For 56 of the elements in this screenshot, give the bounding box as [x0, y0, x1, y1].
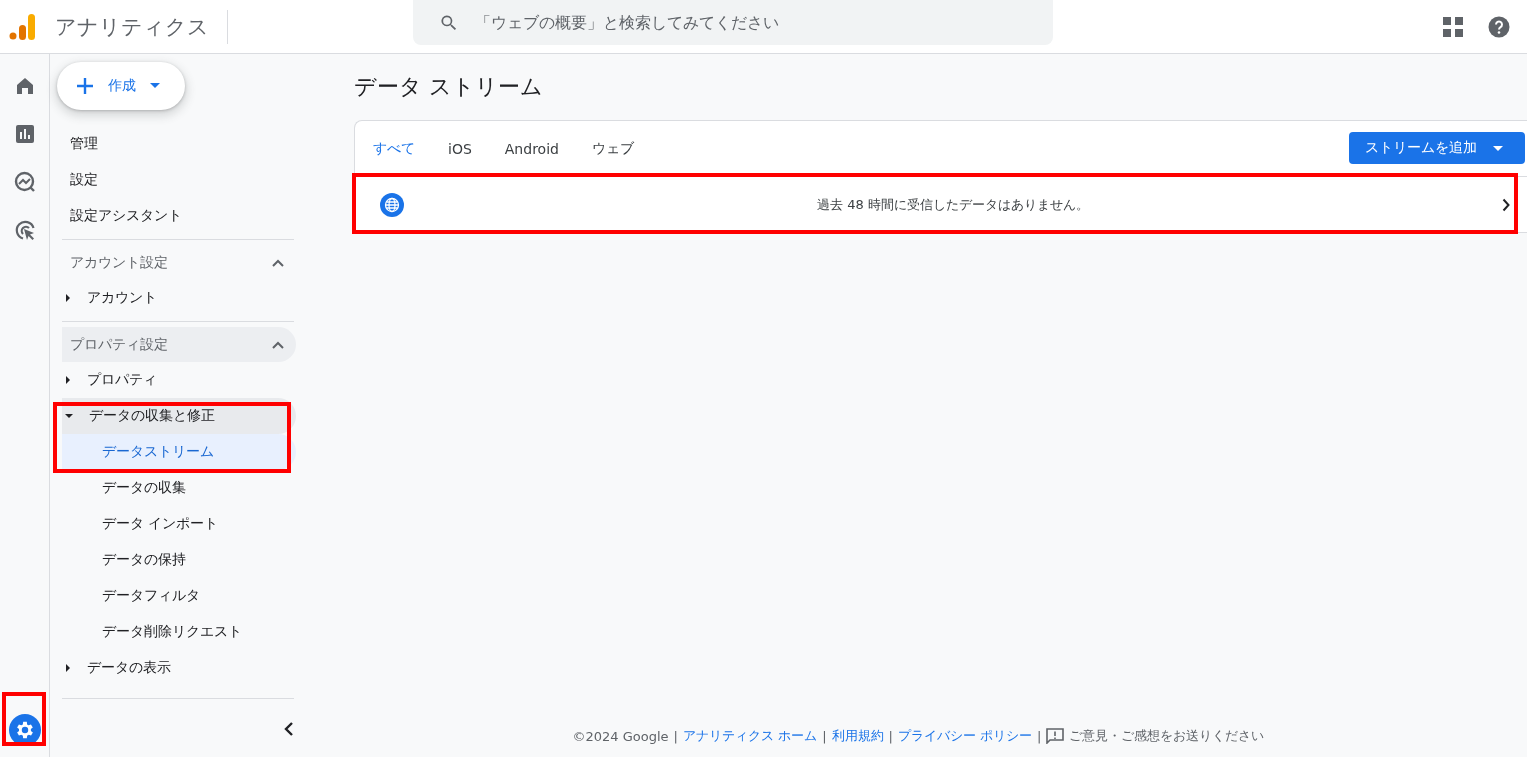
- caret-right-icon: [64, 663, 72, 673]
- section-header[interactable]: プロパティ設定: [62, 327, 296, 362]
- chevron-up-icon: [272, 340, 284, 349]
- footer-separator: |: [888, 728, 893, 744]
- sidebar-item[interactable]: 管理: [62, 126, 286, 162]
- highlight-frame: [2, 692, 46, 746]
- sidebar-subitem[interactable]: データ インポート: [62, 506, 296, 542]
- footer-separator: |: [1037, 728, 1042, 744]
- sidebar-item[interactable]: アカウント: [62, 280, 296, 316]
- app-title: アナリティクス: [55, 9, 228, 44]
- sidebar-item[interactable]: 設定アシスタント: [62, 198, 286, 234]
- footer-separator: |: [673, 728, 678, 744]
- search-field[interactable]: 「ウェブの概要」と検索してみてください: [473, 12, 1053, 33]
- add-stream-button[interactable]: ストリームを追加: [1349, 132, 1525, 164]
- search-bar[interactable]: 「ウェブの概要」と検索してみてください: [413, 0, 1053, 45]
- target-cursor-icon[interactable]: [13, 219, 36, 241]
- chevron-right-icon: [1502, 197, 1510, 212]
- tab[interactable]: すべて: [373, 121, 415, 176]
- feedback-icon: [1046, 728, 1065, 744]
- tab[interactable]: ウェブ: [591, 121, 634, 176]
- caret-down-icon: [64, 412, 74, 420]
- footer-link[interactable]: アナリティクス ホーム: [683, 727, 818, 745]
- sidebar-subitem[interactable]: データストリーム: [62, 434, 296, 470]
- sidebar-subitem[interactable]: データフィルタ: [62, 578, 296, 614]
- chevron-up-icon: [272, 258, 284, 267]
- sidebar-item[interactable]: データの表示: [62, 650, 296, 686]
- globe-icon: [380, 192, 404, 217]
- plus-icon: [76, 77, 94, 95]
- sidebar-item[interactable]: 設定: [62, 162, 286, 198]
- caret-icon: [1493, 145, 1503, 151]
- caret-icon: [150, 83, 160, 89]
- tab[interactable]: Android: [504, 121, 559, 176]
- sidebar-subitem[interactable]: データ削除リクエスト: [62, 614, 296, 650]
- page-title: データ ストリーム: [354, 73, 544, 101]
- footer-link[interactable]: 利用規約: [831, 727, 884, 745]
- create-button[interactable]: 作成: [57, 62, 185, 110]
- home-icon[interactable]: [14, 76, 35, 96]
- status-message: 過去 48 時間に受信したデータはありません。: [816, 195, 1090, 214]
- footer-separator: |: [822, 728, 827, 744]
- chart-magnifier-icon[interactable]: [13, 171, 36, 193]
- collapse-chevron-icon[interactable]: [284, 721, 294, 737]
- footer-link[interactable]: プライバシー ポリシー: [897, 727, 1033, 745]
- caret-right-icon: [64, 293, 72, 303]
- help-icon[interactable]: [1488, 15, 1510, 38]
- caret-right-icon: [64, 375, 72, 385]
- sidebar-subitem[interactable]: データの収集: [62, 470, 296, 506]
- sidebar-subitem[interactable]: データの保持: [62, 542, 296, 578]
- logo-icon: [8, 12, 36, 41]
- apps-grid-icon[interactable]: [1443, 16, 1463, 37]
- section-header[interactable]: アカウント設定: [62, 245, 296, 280]
- tab[interactable]: iOS: [448, 121, 472, 176]
- sidebar-item[interactable]: プロパティ: [62, 362, 296, 398]
- copyright-text: ©2024 Google: [572, 728, 669, 744]
- feedback-link[interactable]: ご意見・ご感想をお送りください: [1069, 727, 1265, 745]
- stream-row[interactable]: 過去 48 時間に受信したデータはありません。: [355, 177, 1527, 232]
- bar-chart-icon[interactable]: [14, 124, 35, 144]
